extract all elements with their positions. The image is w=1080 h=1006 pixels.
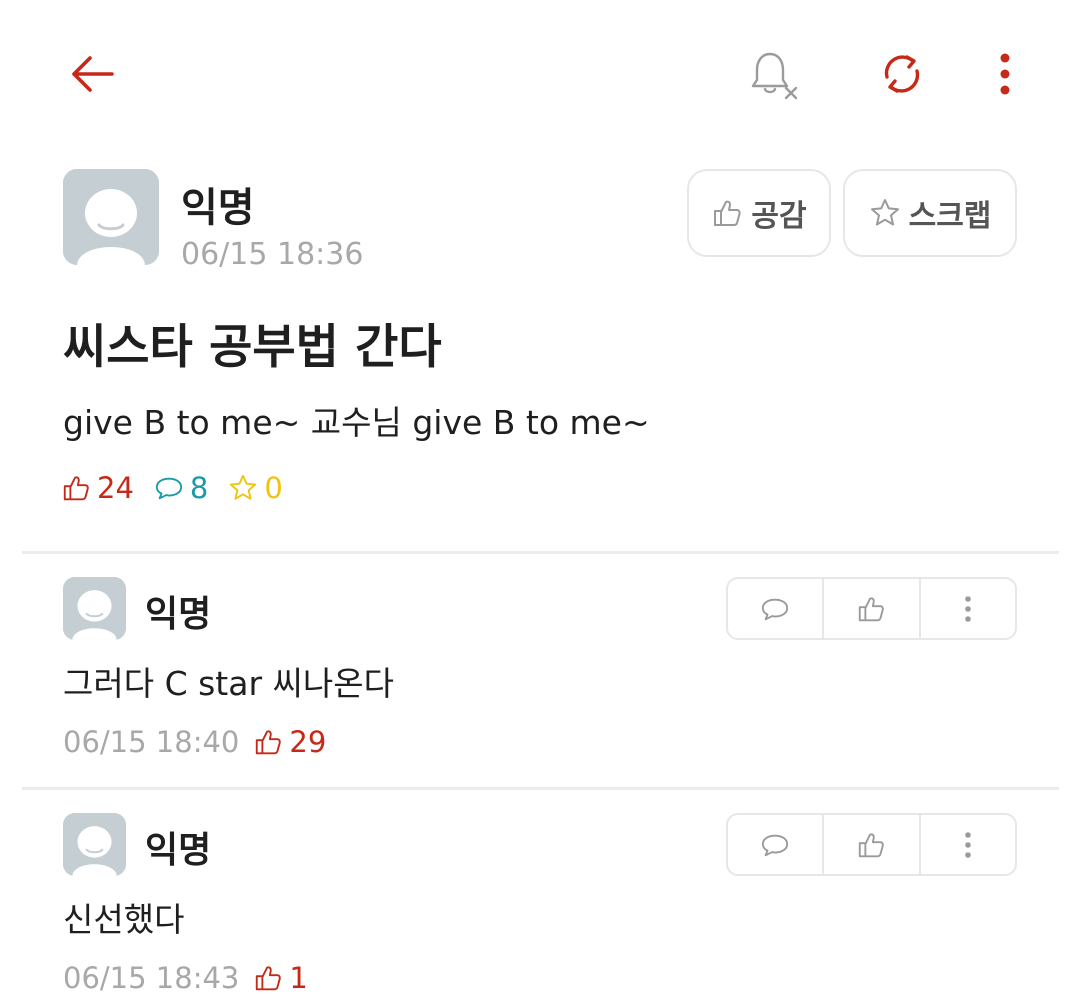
comment-like-count-stat: 1 [253,961,308,995]
comment-item: 익명 신선했다 06/15 18:43 1 [0,789,1080,1006]
speech-bubble-icon [155,477,183,500]
speech-bubble-icon [762,598,789,620]
avatar [63,813,126,876]
comment-like-count: 29 [289,725,327,759]
refresh-icon [884,55,920,93]
comment-more-button[interactable] [921,815,1015,874]
notification-toggle-button[interactable] [744,44,804,104]
comment-meta: 06/15 18:40 29 [63,725,326,759]
comment-actions [726,813,1017,876]
star-icon [870,199,899,226]
scrap-count-stat: 0 [228,471,283,505]
speech-bubble-icon [762,834,789,856]
reply-button[interactable] [728,815,825,874]
thumbs-up-icon [859,832,885,857]
top-bar [0,0,1080,150]
thumbs-up-icon [859,596,885,621]
comment-meta: 06/15 18:43 1 [63,961,308,995]
bell-off-icon [751,52,798,100]
post-author: 익명 [181,185,255,231]
comment-text: 그러다 C star 씨나온다 [63,664,394,703]
post-header: 익명 06/15 18:36 공감 스크랩 [63,169,1023,272]
comment-count-stat: 8 [154,471,208,505]
thumbs-up-icon [256,966,282,991]
comment-author: 익명 [145,830,212,871]
thumbs-up-icon [63,476,89,501]
avatar [63,577,126,640]
comment-timestamp: 06/15 18:40 [63,725,240,759]
comment-item: 익명 그러다 C star 씨나온다 06/15 18:40 29 [0,553,1080,773]
comment-count: 8 [189,471,209,505]
thumbs-up-icon [256,730,282,755]
comment-text: 신선했다 [63,900,185,939]
comment-actions [726,577,1017,640]
post-title: 씨스타 공부법 간다 [63,320,442,375]
avatar-placeholder-icon [63,813,126,876]
avatar-placeholder-icon [63,577,126,640]
avatar [63,169,159,265]
like-count: 24 [97,471,134,505]
arrow-left-icon [72,56,114,92]
comment-like-button[interactable] [824,579,921,638]
post-stats: 24 8 0 [61,468,303,508]
more-vertical-icon [965,595,971,622]
refresh-button[interactable] [872,44,932,104]
scrap-count: 0 [264,471,283,505]
scrap-button[interactable]: 스크랩 [843,169,1017,257]
post-timestamp: 06/15 18:36 [181,237,364,272]
avatar-placeholder-icon [63,169,159,265]
comment-more-button[interactable] [921,579,1015,638]
comment-author: 익명 [145,594,212,635]
comment-like-count: 1 [289,961,308,995]
reply-button[interactable] [728,579,825,638]
like-count-stat: 24 [61,471,134,505]
scrap-button-label: 스크랩 [908,199,992,234]
comment-like-button[interactable] [824,815,921,874]
star-icon [230,474,257,500]
like-button-label: 공감 [751,199,807,234]
like-button[interactable]: 공감 [687,169,831,257]
more-vertical-icon [1000,53,1010,95]
comment-like-count-stat: 29 [253,725,326,759]
more-vertical-icon [965,831,971,858]
comment-timestamp: 06/15 18:43 [63,961,240,995]
more-options-button[interactable] [984,44,1026,104]
thumbs-up-icon [714,200,742,226]
back-button[interactable] [62,48,122,100]
post-body: give B to me~ 교수님 give B to me~ [63,403,650,442]
